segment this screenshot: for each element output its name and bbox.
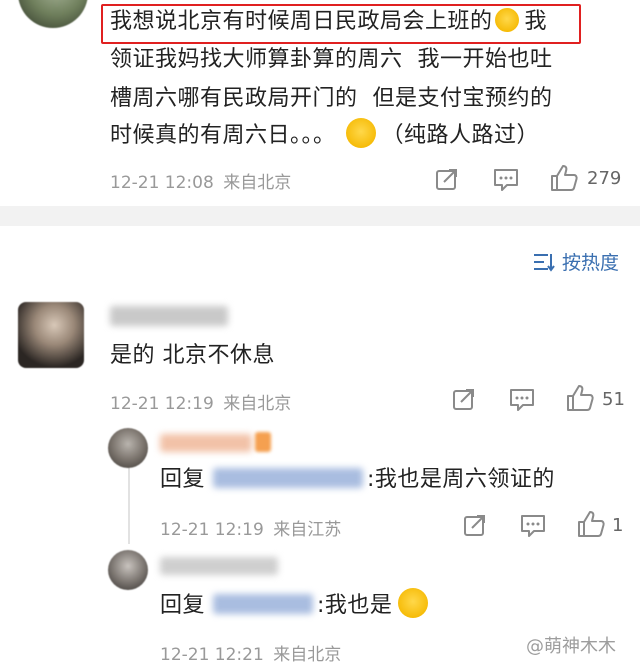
top-comment-text-line1-tail: 我 bbox=[524, 9, 548, 34]
mention-link[interactable] bbox=[213, 468, 364, 488]
top-comment-line1: 我想说北京有时候周日民政局会上班的 我 bbox=[110, 4, 547, 40]
like-count: 279 bbox=[587, 168, 622, 189]
share-icon[interactable] bbox=[462, 512, 488, 538]
blush-emoji-icon bbox=[345, 118, 376, 148]
like-count: 1 bbox=[612, 515, 624, 536]
top-comment-text-line4-tail: （纯路人路过） bbox=[381, 123, 540, 148]
top-comment-text-line4: 时候真的有周六日。。。 bbox=[110, 123, 336, 148]
reply-prefix: 回复 bbox=[160, 593, 206, 618]
share-icon[interactable] bbox=[434, 166, 460, 192]
mention-link[interactable] bbox=[213, 594, 314, 614]
avatar[interactable] bbox=[108, 428, 148, 468]
avatar[interactable] bbox=[108, 550, 148, 590]
comment-location: 来自北京 bbox=[223, 394, 292, 414]
laugh-cry-emoji-icon bbox=[494, 8, 519, 32]
comment-time: 12-21 12:21 bbox=[160, 645, 264, 665]
reply-body: :我也是 bbox=[317, 593, 393, 618]
reply-body: :我也是周六领证的 bbox=[367, 467, 555, 492]
comment-icon[interactable] bbox=[519, 512, 547, 538]
sort-button[interactable]: 按热度 bbox=[532, 248, 619, 275]
avatar[interactable] bbox=[18, 0, 88, 28]
comment-location: 来自北京 bbox=[223, 173, 292, 193]
sub-reply-text: 回复 :我也是 bbox=[160, 588, 429, 624]
comment-time: 12-21 12:19 bbox=[160, 520, 264, 540]
sort-label: 按热度 bbox=[562, 252, 620, 274]
username[interactable] bbox=[110, 306, 228, 326]
reply-prefix: 回复 bbox=[160, 467, 206, 492]
thread-line bbox=[128, 462, 130, 544]
fan-badge-icon bbox=[255, 432, 271, 452]
watermark: @萌神木木 bbox=[526, 636, 616, 657]
sub-reply-text: 回复 :我也是周六领证的 bbox=[160, 462, 555, 498]
avatar[interactable] bbox=[18, 302, 84, 368]
top-comment-line4: 时候真的有周六日。。。 （纯路人路过） bbox=[110, 118, 539, 154]
like-icon[interactable] bbox=[565, 383, 595, 413]
share-icon[interactable] bbox=[451, 386, 477, 412]
like-icon[interactable] bbox=[549, 163, 579, 193]
comment-location: 来自江苏 bbox=[273, 520, 342, 540]
username[interactable] bbox=[160, 434, 252, 452]
top-comment-line2: 领证我妈找大师算卦算的周六 我一开始也吐 bbox=[110, 47, 553, 72]
comment-icon[interactable] bbox=[508, 386, 536, 412]
reply-meta: 12-21 12:19 来自北京 bbox=[110, 389, 291, 414]
top-comment-line3: 槽周六哪有民政局开门的 但是支付宝预约的 bbox=[110, 86, 553, 111]
section-divider bbox=[0, 206, 640, 226]
comment-time: 12-21 12:08 bbox=[110, 173, 214, 193]
comment-location: 来自北京 bbox=[273, 645, 342, 665]
top-comment-meta: 12-21 12:08 来自北京 bbox=[110, 168, 291, 193]
laugh-cry-emoji-icon bbox=[398, 588, 429, 618]
top-comment-text-line1: 我想说北京有时候周日民政局会上班的 bbox=[110, 9, 493, 34]
reply-text: 是的 北京不休息 bbox=[110, 343, 275, 368]
sub-reply-meta: 12-21 12:21 来自北京 bbox=[160, 640, 341, 665]
comment-icon[interactable] bbox=[492, 166, 520, 192]
like-icon[interactable] bbox=[576, 509, 606, 539]
username[interactable] bbox=[160, 557, 278, 575]
sort-icon bbox=[534, 253, 555, 272]
sub-reply-meta: 12-21 12:19 来自江苏 bbox=[160, 515, 341, 540]
comment-time: 12-21 12:19 bbox=[110, 394, 214, 414]
like-count: 51 bbox=[602, 389, 625, 410]
